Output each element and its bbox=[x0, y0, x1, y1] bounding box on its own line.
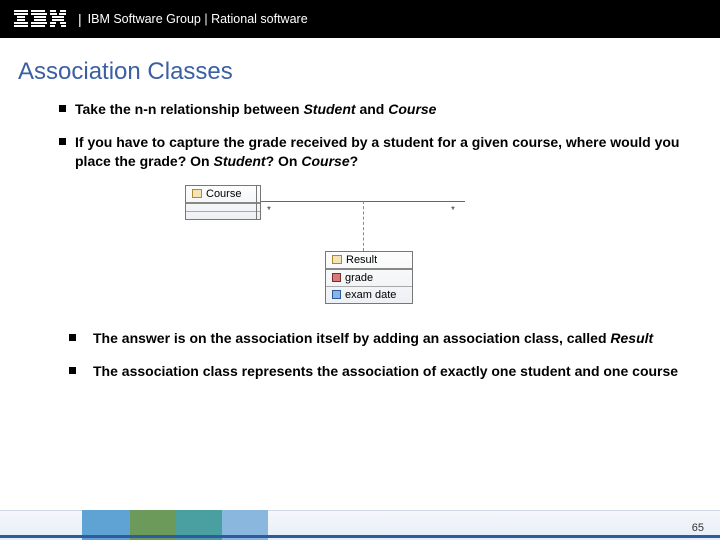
class-icon bbox=[192, 189, 202, 198]
multiplicity-right: * bbox=[451, 205, 455, 216]
bullet-item: If you have to capture the grade receive… bbox=[75, 133, 680, 171]
footer-stroke bbox=[0, 535, 720, 538]
slide-content: Take the n-n relationship between Studen… bbox=[0, 100, 720, 380]
slide-header: | IBM Software Group | Rational software bbox=[0, 0, 720, 38]
uml-class-course: Course bbox=[185, 185, 257, 220]
multiplicity-left: * bbox=[267, 205, 271, 216]
bullet-item: The answer is on the association itself … bbox=[75, 329, 680, 348]
bullet-item: Take the n-n relationship between Studen… bbox=[75, 100, 680, 119]
bottom-bullet-list: The answer is on the association itself … bbox=[75, 329, 680, 381]
top-bullet-list: Take the n-n relationship between Studen… bbox=[75, 100, 680, 171]
uml-diagram: Student Course * * Result grade exam dat… bbox=[185, 185, 680, 315]
class-icon bbox=[332, 255, 342, 264]
header-group-text: IBM Software Group | Rational software bbox=[88, 12, 308, 26]
uml-class-result: Result grade exam date bbox=[325, 251, 413, 304]
slide-footer: 65 bbox=[0, 510, 720, 540]
ibm-logo bbox=[14, 10, 66, 28]
slide-title: Association Classes bbox=[0, 38, 720, 100]
page-number: 65 bbox=[692, 522, 704, 534]
attribute-icon bbox=[332, 290, 341, 299]
bullet-item: The association class represents the ass… bbox=[75, 362, 680, 381]
attribute-icon bbox=[332, 273, 341, 282]
header-divider: | bbox=[78, 11, 82, 27]
association-class-link bbox=[363, 201, 364, 251]
